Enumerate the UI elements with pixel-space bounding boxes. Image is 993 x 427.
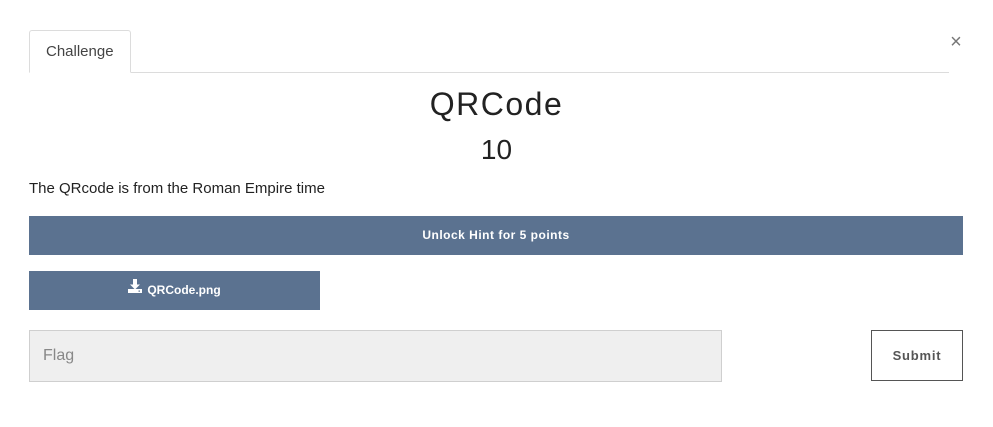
flag-input[interactable]: [29, 330, 722, 382]
file-download-button[interactable]: QRCode.png: [29, 271, 320, 310]
tab-bar: Challenge: [29, 30, 949, 73]
submit-button[interactable]: Submit: [871, 330, 963, 381]
challenge-title: QRCode: [429, 86, 564, 122]
unlock-hint-label: Unlock Hint for 5 points: [422, 228, 570, 242]
unlock-hint-button[interactable]: Unlock Hint for 5 points: [29, 216, 963, 255]
challenge-modal: Challenge × QRCode 10 The QRcode is from…: [0, 0, 993, 427]
file-name: QRCode.png: [147, 283, 221, 297]
challenge-description: The QRcode is from the Roman Empire time: [29, 180, 325, 197]
download-icon: [128, 270, 143, 309]
tab-challenge[interactable]: Challenge: [29, 30, 131, 73]
close-icon[interactable]: ×: [946, 32, 966, 52]
challenge-points: 10: [480, 134, 513, 165]
